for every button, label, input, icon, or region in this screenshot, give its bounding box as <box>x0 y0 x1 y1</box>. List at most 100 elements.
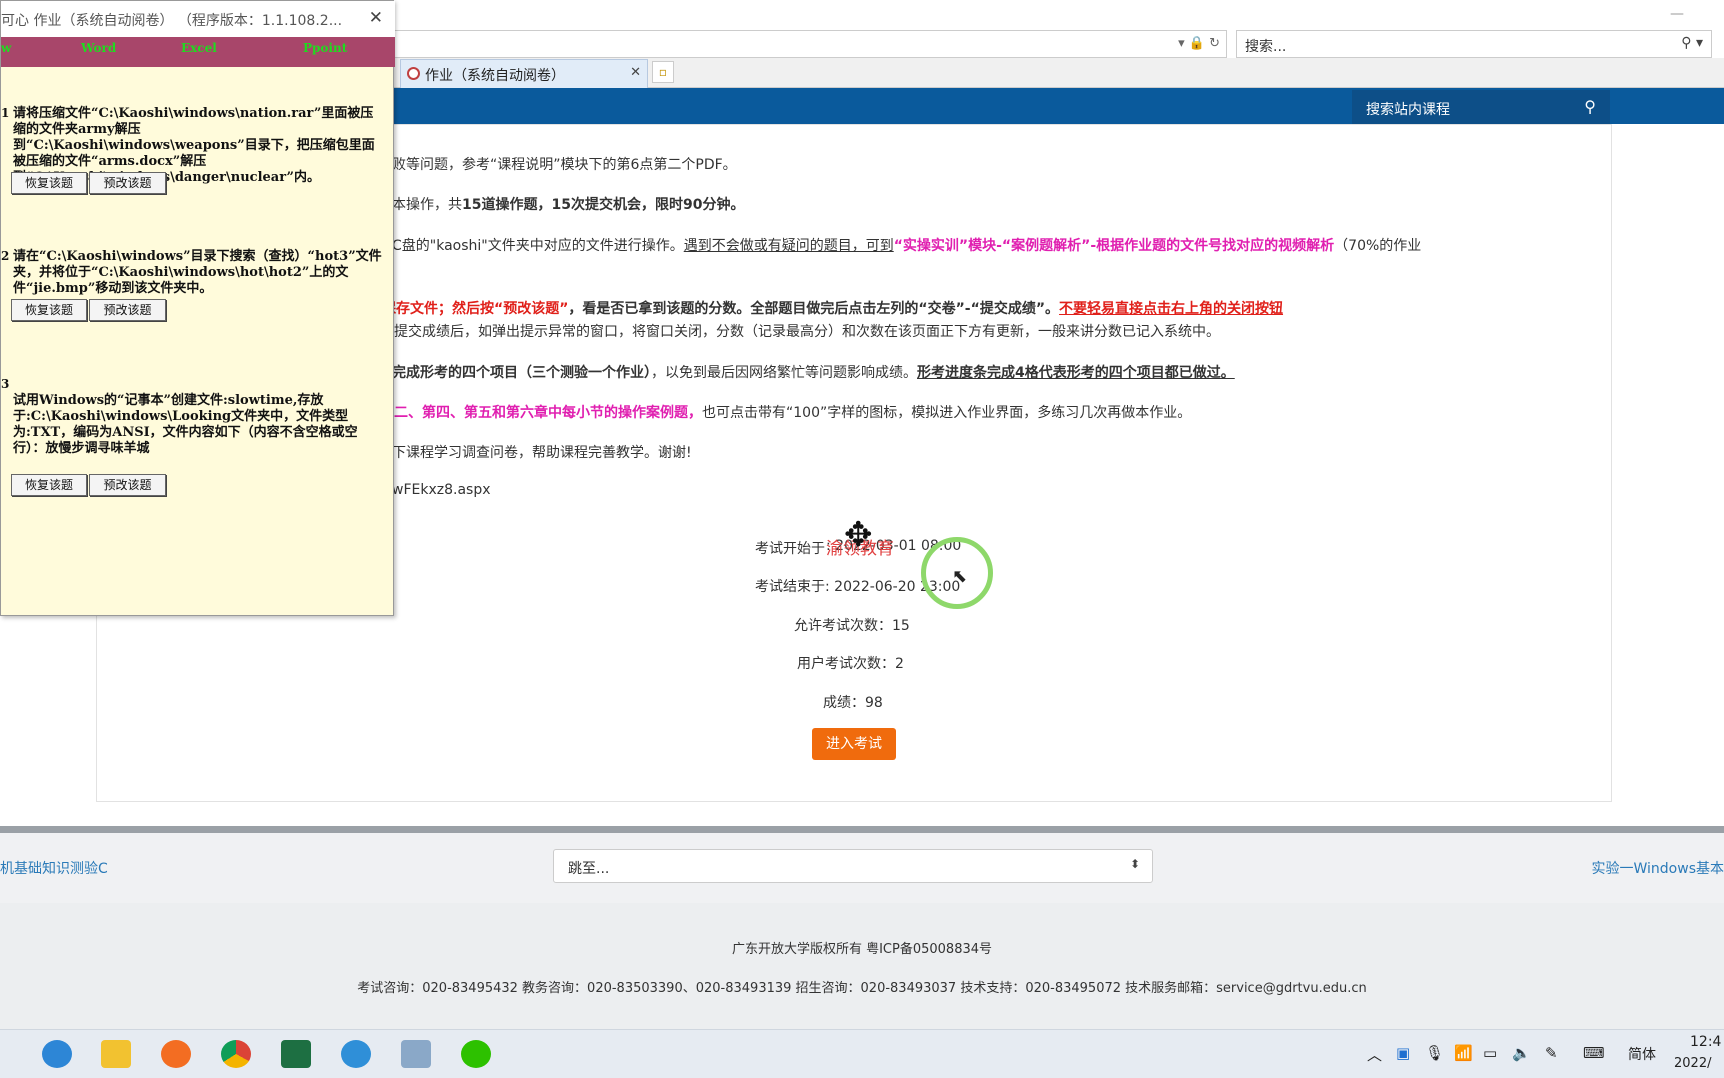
new-tab-icon[interactable]: ▫ <box>652 61 674 83</box>
notice-line: 败等问题，参考“课程说明”模块下的第6点第二个PDF。 <box>392 154 737 174</box>
notice-text: 不要轻易直接点击右上角的关闭按钮 <box>1059 301 1284 317</box>
notice-text: 遇到不会做或有疑问的题目，可到 <box>683 238 894 254</box>
wechat-icon[interactable] <box>461 1040 491 1068</box>
notice-line: 下课程学习调查问卷，帮助课程完善教学。谢谢! <box>392 442 692 462</box>
popup-tab-w[interactable]: w <box>1 41 11 55</box>
pregrade-question-button[interactable]: 预改该题 <box>89 172 166 194</box>
restore-question-button[interactable]: 恢复该题 <box>11 299 87 321</box>
tab-bar: 作业（系统自动阅卷） ✕ ▫ <box>360 58 1724 88</box>
move-cursor-icon: ✥ <box>844 515 873 555</box>
close-icon[interactable]: ✕ <box>369 8 383 28</box>
notice-text: 败等问题，参考“课程说明”模块下的第6点第二个PDF。 <box>392 157 737 173</box>
divider <box>0 826 1724 833</box>
notice-text: 完成形考的四个项目（三个测验一个作业） <box>392 365 651 381</box>
jump-to-placeholder: 跳至... <box>568 861 610 877</box>
edge-icon[interactable] <box>42 1040 72 1068</box>
notice-text: ，看是否已拿到该题的分数。全部题目做完后点击左列的“交卷”-“提交成绩”。 <box>568 301 1060 317</box>
close-tab-icon[interactable]: ✕ <box>630 65 641 80</box>
notice-line: 。提交成绩后，如弹出提示异常的窗口，将窗口关闭，分数（记录最高分）和次数在该页面… <box>380 321 1220 341</box>
notice-line: 保存文件；然后按“预改该题”，看是否已拿到该题的分数。全部题目做完后点击左列的“… <box>382 298 1283 318</box>
site-search-label: 搜索站内课程 <box>1366 102 1450 118</box>
exam-popup-window: 可心 作业（系统自动阅卷） （程序版本：1.1.108.2... ✕ w Wor… <box>0 0 395 616</box>
enter-exam-button[interactable]: 进入考试 <box>812 728 896 760</box>
notice-line: 第二、第四、第五和第六章中每小节的操作案例题，也可点击带有“100”字样的图标，… <box>380 402 1191 422</box>
notice-text: 第二、第四、第五和第六章中每小节的操作案例题， <box>380 405 702 421</box>
firefox-icon[interactable] <box>161 1040 191 1068</box>
popup-tab-excel[interactable]: Excel <box>181 41 217 55</box>
address-bar[interactable]: 35 ▾ 🔒 ↻ <box>360 30 1227 58</box>
browser-search-placeholder: 搜索... <box>1245 39 1287 55</box>
pen-icon[interactable]: ✎ <box>1545 1044 1558 1062</box>
site-search[interactable]: 搜索站内课程 ⚲ <box>1352 90 1610 124</box>
battery-icon[interactable]: ▭ <box>1483 1044 1497 1062</box>
mouse-pointer-icon: ⬉ <box>952 566 968 587</box>
notice-line: 完成形考的四个项目（三个测验一个作业），以免到最后因网络繁忙等问题影响成绩。形考… <box>392 362 1235 382</box>
folder-icon[interactable] <box>101 1040 131 1068</box>
user-attempts: 用户考试次数：2 <box>797 656 904 672</box>
notice-text: 形考进度条完成4格代表形考的四个项目都已做过。 <box>917 365 1235 381</box>
notice-text: 本操作，共 <box>392 197 462 213</box>
wifi-icon[interactable]: 📶 <box>1454 1044 1473 1062</box>
notice-text: 保存文件；然后按“预改该题” <box>382 301 569 317</box>
notice-text: ，以免到最后因网络繁忙等问题影响成绩。 <box>651 365 917 381</box>
keyboard-icon[interactable]: ⌨ <box>1583 1044 1605 1062</box>
dropdown-icon[interactable]: ▾ <box>1178 36 1185 51</box>
notice-text: （70%的作业 <box>1334 238 1422 254</box>
popup-title: 可心 作业（系统自动阅卷） （程序版本：1.1.108.2... ✕ <box>1 1 395 37</box>
tab-exam[interactable]: 作业（系统自动阅卷） ✕ <box>400 59 648 88</box>
question-number: 3 <box>1 377 10 391</box>
notice-text: 15道操作题，15次提交机会，限时90分钟。 <box>462 197 745 213</box>
popup-title-text: 可心 作业（系统自动阅卷） （程序版本：1.1.108.2... <box>1 13 343 29</box>
exam-start-label: 考试开始于 <box>755 541 825 557</box>
notice-text: 也可点击带有“100”字样的图标，模拟进入作业界面，多练习几次再做本作业。 <box>702 405 1192 421</box>
notice-text: 下课程学习调查问卷，帮助课程完善教学。谢谢! <box>392 445 692 461</box>
jump-to-select[interactable]: 跳至... ⬍ <box>553 849 1153 883</box>
chrome-icon[interactable] <box>221 1040 251 1068</box>
browser-search-box[interactable]: 搜索... ⚲ ▾ <box>1236 30 1712 58</box>
address-icons[interactable]: ▾ 🔒 ↻ <box>1178 36 1220 51</box>
volume-icon[interactable]: 🔈 <box>1512 1044 1531 1062</box>
refresh-icon[interactable]: ↻ <box>1209 36 1220 51</box>
popup-tab-ppoint[interactable]: Ppoint <box>303 41 347 55</box>
notice-text: 提交成绩后，如弹出提示异常的窗口，将窗口关闭，分数（记录最高分）和次数在该页面正… <box>394 324 1220 340</box>
popup-tabs: w Word Excel Ppoint <box>1 37 395 67</box>
clock-time[interactable]: 12:4 <box>1690 1034 1721 1050</box>
search-icon[interactable]: ⚲ ▾ <box>1681 35 1703 51</box>
tab-title: 作业（系统自动阅卷） <box>425 68 565 84</box>
next-activity-link[interactable]: 实验一Windows基本 <box>1592 858 1724 878</box>
ime-indicator[interactable]: 简体 <box>1628 1044 1656 1064</box>
pregrade-question-button[interactable]: 预改该题 <box>89 299 166 321</box>
clock-date[interactable]: 2022/ <box>1674 1056 1711 1071</box>
minimize-icon[interactable]: — <box>1670 6 1684 22</box>
question-text: 试用Windows的“记事本”创建文件:slowtime,存放于:C:\Kaos… <box>13 393 358 456</box>
score: 成绩：98 <box>823 695 883 711</box>
lock-icon: 🔒 <box>1188 36 1205 51</box>
notice-line: wFEkxz8.aspx <box>392 482 491 498</box>
site-favicon-icon <box>407 67 420 80</box>
search-icon[interactable]: ⚲ <box>1584 97 1596 116</box>
camera-icon[interactable]: ▣ <box>1396 1044 1410 1062</box>
tray-chevron-icon[interactable]: ︿ <box>1367 1044 1382 1065</box>
allowed-attempts: 允许考试次数：15 <box>794 618 910 634</box>
contact-info: 考试咨询：020-83495432 教务咨询：020-83503390、020-… <box>357 981 1367 996</box>
prev-activity-link[interactable]: 机基础知识测验C <box>0 858 108 878</box>
question-number: 1 <box>1 106 10 120</box>
restore-question-button[interactable]: 恢复该题 <box>11 172 87 194</box>
excel-icon[interactable] <box>281 1040 311 1068</box>
notice-text: “实操实训”模块-“案例题解析”-根据作业题的文件号找对应的视频解析 <box>893 238 1335 254</box>
notice-line: 本操作，共15道操作题，15次提交机会，限时90分钟。 <box>392 194 744 214</box>
question-number: 2 <box>1 249 10 263</box>
microphone-icon[interactable]: 🎙 <box>1425 1044 1444 1062</box>
copyright: 广东开放大学版权所有 粤ICP备05008834号 <box>731 942 993 957</box>
pregrade-question-button[interactable]: 预改该题 <box>89 474 166 496</box>
tablet-icon[interactable] <box>401 1040 431 1068</box>
notice-text: C盘的"kaoshi"文件夹中对应的文件进行操作。 <box>392 238 684 254</box>
notice-text: wFEkxz8.aspx <box>392 482 491 498</box>
page-footer <box>0 903 1724 1029</box>
select-arrows-icon: ⬍ <box>1129 857 1140 871</box>
question-text: 请在“C:\Kaoshi\windows”目录下搜索（查找）“hot3”文件夹，… <box>13 249 382 296</box>
notice-line: C盘的"kaoshi"文件夹中对应的文件进行操作。遇到不会做或有疑问的题目，可到… <box>392 235 1421 255</box>
popup-tab-word[interactable]: Word <box>81 41 116 55</box>
ie-icon[interactable] <box>341 1040 371 1068</box>
restore-question-button[interactable]: 恢复该题 <box>11 474 87 496</box>
